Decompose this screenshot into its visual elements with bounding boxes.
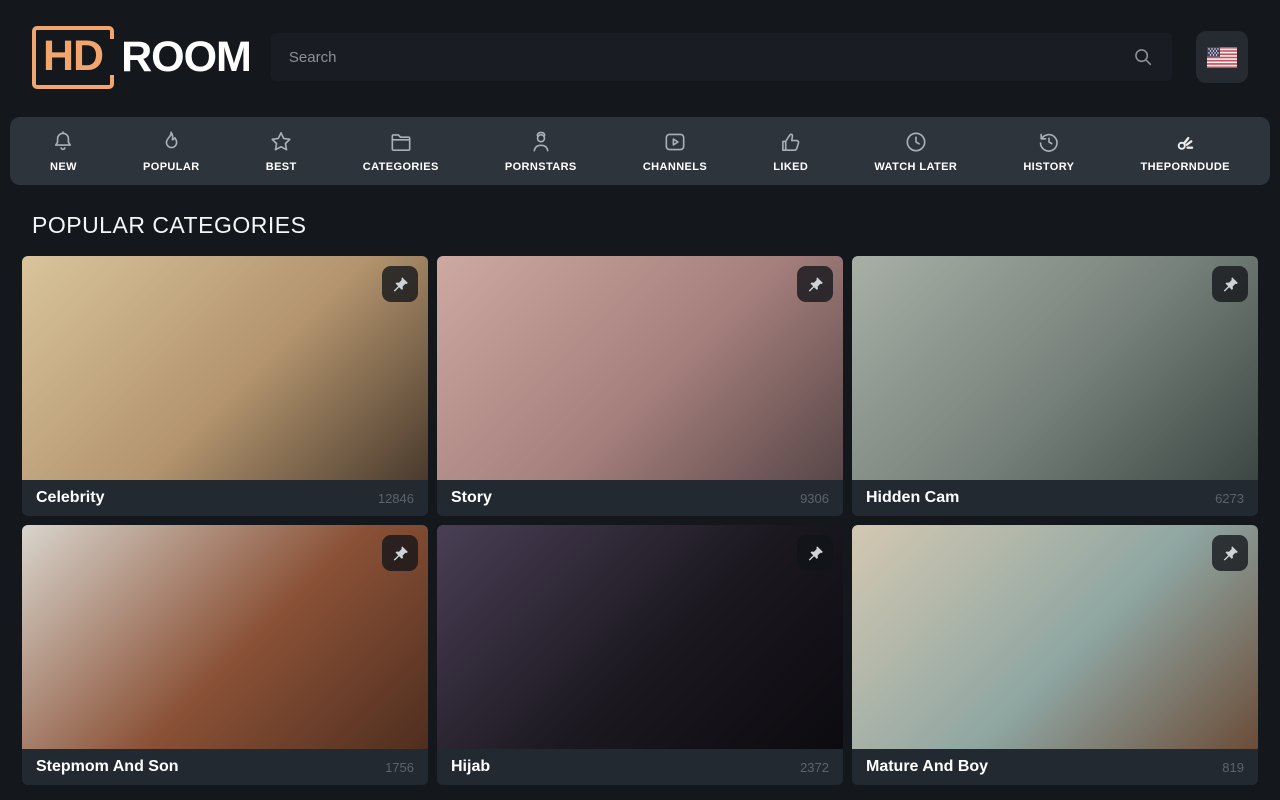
nav-label: PORNSTARS (505, 161, 577, 173)
language-button[interactable] (1196, 31, 1248, 83)
category-count: 819 (1222, 760, 1244, 775)
category-name: Mature And Boy (866, 758, 988, 776)
header: HD ROOM (0, 0, 1280, 114)
nav-label: NEW (50, 161, 77, 173)
page-title: POPULAR CATEGORIES (32, 212, 1248, 239)
category-card-stepmom-and-son[interactable]: Stepmom And Son 1756 (22, 525, 428, 785)
category-count: 9306 (800, 491, 829, 506)
folder-icon (388, 129, 414, 155)
pushpin-icon (806, 544, 825, 563)
nav-item-channels[interactable]: CHANNELS (637, 117, 713, 185)
star-icon (268, 129, 294, 155)
pushpin-icon (391, 544, 410, 563)
nav-label: CATEGORIES (363, 161, 439, 173)
card-footer: Celebrity 12846 (22, 480, 428, 516)
nav-item-liked[interactable]: LIKED (767, 117, 814, 185)
category-name: Stepmom And Son (36, 758, 179, 776)
pin-button[interactable] (382, 266, 418, 302)
thumbnail-placeholder (437, 525, 843, 749)
bell-icon (50, 129, 76, 155)
logo-bracket: HD (32, 26, 114, 89)
logo-room-text: ROOM (121, 33, 251, 82)
nav-label: CHANNELS (643, 161, 707, 173)
main-nav: NEW POPULAR BEST CATEGORIES PORNSTARS (10, 117, 1270, 185)
nav-item-new[interactable]: NEW (44, 117, 83, 185)
category-card-celebrity[interactable]: Celebrity 12846 (22, 256, 428, 516)
thumbnail-placeholder (22, 525, 428, 749)
us-flag-icon (1207, 47, 1237, 68)
logo-hd-text: HD (43, 32, 103, 80)
search-input[interactable] (289, 49, 1132, 66)
pushpin-icon (1221, 275, 1240, 294)
nav-label: LIKED (773, 161, 808, 173)
pushpin-icon (806, 275, 825, 294)
nav-item-history[interactable]: HISTORY (1017, 117, 1080, 185)
pin-button[interactable] (1212, 266, 1248, 302)
nav-item-best[interactable]: BEST (260, 117, 303, 185)
search-bar[interactable] (271, 33, 1172, 81)
pin-button[interactable] (797, 266, 833, 302)
card-footer: Hijab 2372 (437, 749, 843, 785)
thumbnail-placeholder (437, 256, 843, 480)
nav-item-pornstars[interactable]: PORNSTARS (499, 117, 583, 185)
nav-item-theporndude[interactable]: THEPORNDUDE (1135, 117, 1236, 185)
category-name: Hijab (451, 758, 490, 776)
category-card-story[interactable]: Story 9306 (437, 256, 843, 516)
category-count: 1756 (385, 760, 414, 775)
nav-item-watch-later[interactable]: WATCH LATER (868, 117, 963, 185)
nav-item-categories[interactable]: CATEGORIES (357, 117, 445, 185)
card-footer: Mature And Boy 819 (852, 749, 1258, 785)
card-footer: Hidden Cam 6273 (852, 480, 1258, 516)
category-grid: Celebrity 12846 Story 9306 (22, 256, 1258, 785)
thumbnail-placeholder (852, 525, 1258, 749)
search-icon[interactable] (1132, 46, 1154, 68)
category-name: Hidden Cam (866, 489, 959, 507)
category-name: Celebrity (36, 489, 104, 507)
thumbnail-placeholder (22, 256, 428, 480)
nav-label: THEPORNDUDE (1141, 161, 1230, 173)
card-footer: Story 9306 (437, 480, 843, 516)
nav-item-popular[interactable]: POPULAR (137, 117, 206, 185)
play-video-icon (662, 129, 688, 155)
nav-label: WATCH LATER (874, 161, 957, 173)
pin-button[interactable] (797, 535, 833, 571)
nav-label: BEST (266, 161, 297, 173)
history-icon (1036, 129, 1062, 155)
person-icon (528, 129, 554, 155)
card-footer: Stepmom And Son 1756 (22, 749, 428, 785)
pin-button[interactable] (1212, 535, 1248, 571)
flame-icon (158, 129, 184, 155)
ok-hand-icon (1172, 129, 1198, 155)
nav-label: HISTORY (1023, 161, 1074, 173)
category-card-hidden-cam[interactable]: Hidden Cam 6273 (852, 256, 1258, 516)
clock-icon (903, 129, 929, 155)
main-content: POPULAR CATEGORIES Celebrity 12846 (0, 212, 1280, 785)
pin-button[interactable] (382, 535, 418, 571)
nav-label: POPULAR (143, 161, 200, 173)
category-count: 2372 (800, 760, 829, 775)
category-count: 12846 (378, 491, 414, 506)
category-count: 6273 (1215, 491, 1244, 506)
pushpin-icon (1221, 544, 1240, 563)
thumbs-up-icon (778, 129, 804, 155)
thumbnail-placeholder (852, 256, 1258, 480)
category-card-hijab[interactable]: Hijab 2372 (437, 525, 843, 785)
category-name: Story (451, 489, 492, 507)
brand-logo[interactable]: HD ROOM (32, 26, 251, 89)
category-card-mature-and-boy[interactable]: Mature And Boy 819 (852, 525, 1258, 785)
pushpin-icon (391, 275, 410, 294)
